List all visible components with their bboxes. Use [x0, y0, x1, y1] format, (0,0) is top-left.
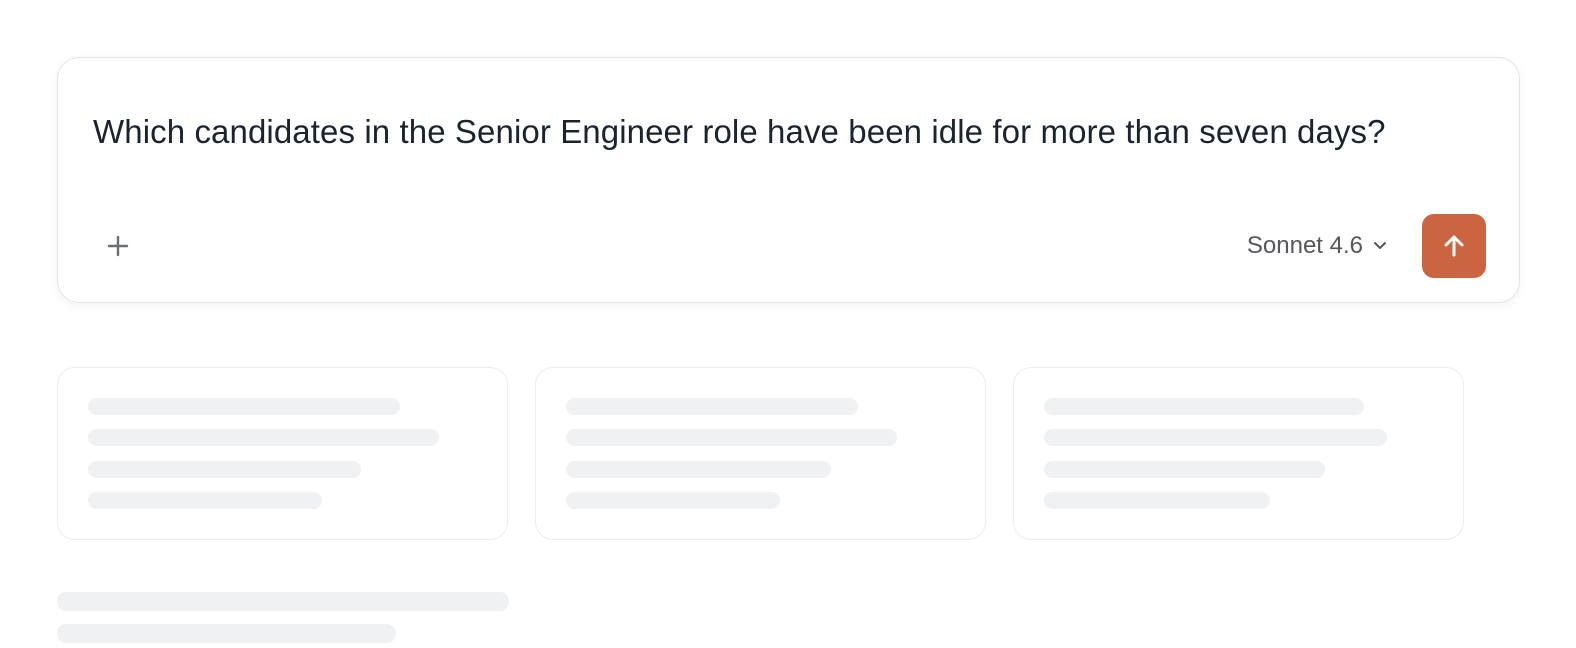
chat-composer: Which candidates in the Senior Engineer … [57, 57, 1520, 303]
skeleton-line [1044, 492, 1270, 509]
skeleton-card [57, 367, 508, 540]
plus-icon [107, 235, 129, 257]
skeleton-card [535, 367, 986, 540]
skeleton-line [57, 624, 396, 643]
skeleton-line [88, 461, 361, 478]
skeleton-line [566, 398, 858, 415]
page: Which candidates in the Senior Engineer … [0, 0, 1576, 648]
skeleton-line [566, 429, 897, 446]
skeleton-line [88, 492, 322, 509]
skeleton-card [1013, 367, 1464, 540]
skeleton-line [88, 429, 439, 446]
model-label: Sonnet 4.6 [1246, 232, 1363, 259]
send-button[interactable] [1422, 214, 1486, 278]
skeleton-line [1044, 461, 1325, 478]
attach-button[interactable] [100, 228, 136, 264]
prompt-input[interactable]: Which candidates in the Senior Engineer … [93, 113, 1386, 151]
skeleton-line [1044, 429, 1387, 446]
skeleton-line [57, 592, 509, 611]
arrow-up-icon [1444, 235, 1464, 257]
chevron-down-icon [1374, 242, 1386, 249]
model-selector[interactable]: Sonnet 4.6 [1247, 228, 1387, 264]
skeleton-line [566, 461, 831, 478]
skeleton-line [88, 398, 400, 415]
skeleton-line [566, 492, 780, 509]
skeleton-line [1044, 398, 1364, 415]
